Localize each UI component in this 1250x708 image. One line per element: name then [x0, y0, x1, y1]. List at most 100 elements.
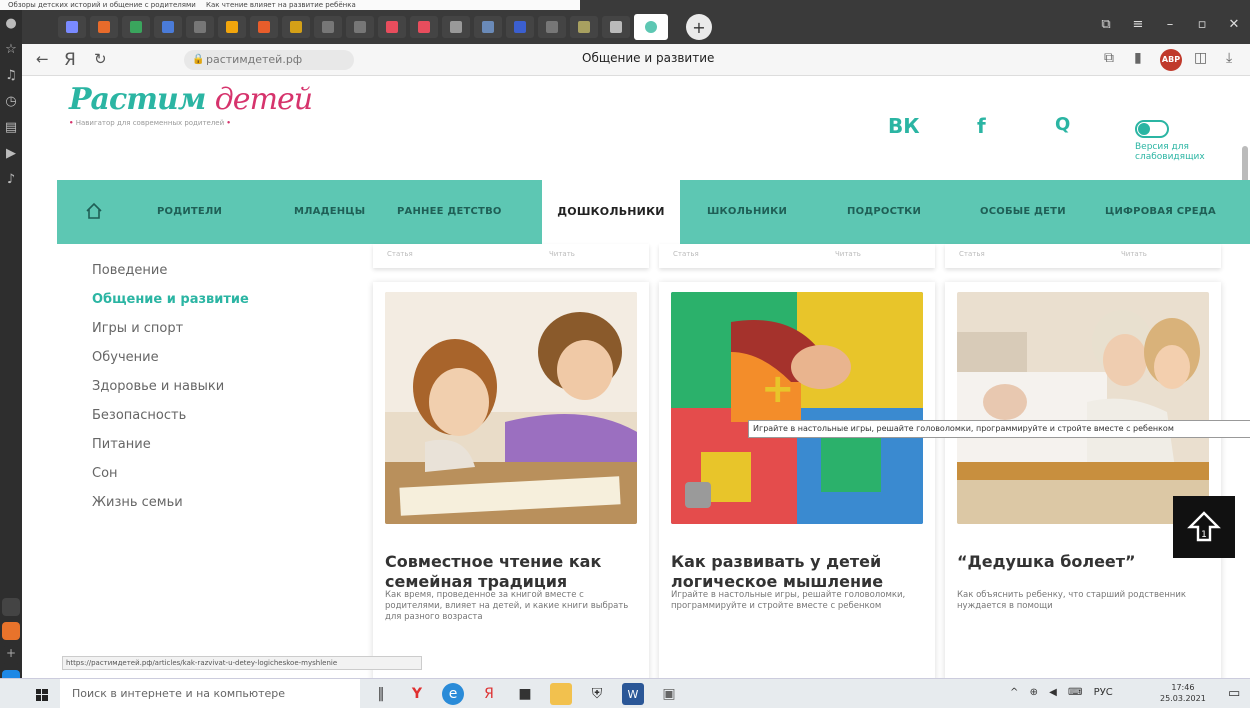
notifications-icon[interactable]: ♫ [0, 62, 22, 88]
reload-icon[interactable]: ↻ [94, 50, 107, 68]
article-image-grandfather[interactable] [957, 292, 1209, 524]
volume-icon[interactable]: ◀ [1049, 687, 1057, 698]
article-title[interactable]: Совместное чтение как семейная традиция [385, 552, 637, 592]
tab[interactable] [58, 16, 86, 38]
language-indicator[interactable]: РУС [1094, 687, 1113, 698]
home-icon[interactable] [85, 202, 103, 220]
tab[interactable] [538, 16, 566, 38]
minimize-button[interactable]: – [1154, 12, 1186, 36]
menu-item-health[interactable]: Здоровье и навыки [92, 372, 249, 401]
bookmarks-icon[interactable]: ☆ [0, 36, 22, 62]
menu-item-education[interactable]: Обучение [92, 343, 249, 372]
download-icon[interactable]: ⤓ [1226, 50, 1232, 66]
menu-icon[interactable]: ≡ [1122, 12, 1154, 36]
mail-app-icon[interactable] [2, 622, 20, 640]
card-meta-link[interactable]: Читать [835, 250, 861, 258]
store-icon[interactable]: ■ [514, 683, 536, 705]
profile-icon[interactable]: ● [0, 10, 22, 36]
tab[interactable] [186, 16, 214, 38]
network-icon[interactable]: ⊕ [1030, 687, 1038, 698]
taskbar-clock[interactable]: 17:46 25.03.2021 [1160, 682, 1206, 704]
vision-toggle[interactable] [1135, 120, 1169, 138]
url-field[interactable]: 🔒 растимдетей.рф [184, 50, 354, 70]
tab[interactable] [442, 16, 470, 38]
vk-icon[interactable]: ВК [888, 114, 920, 138]
tab[interactable] [570, 16, 598, 38]
taskbar-search-input[interactable]: Поиск в интернете и на компьютере [60, 679, 360, 708]
nav-item-infants[interactable]: МЛАДЕНЦЫ [294, 180, 365, 244]
shield-icon[interactable]: ⛨ [586, 683, 608, 705]
tab[interactable] [218, 16, 246, 38]
card-meta-link[interactable]: Читать [1121, 250, 1147, 258]
nav-item-parents[interactable]: РОДИТЕЛИ [157, 180, 222, 244]
menu-item-sleep[interactable]: Сон [92, 459, 249, 488]
tab[interactable] [410, 16, 438, 38]
bookmark-icon[interactable]: ▮ [1134, 50, 1142, 66]
keyboard-icon[interactable]: ⌨ [1068, 687, 1082, 698]
new-tab-button[interactable]: + [686, 14, 712, 40]
nav-item-schoolchildren[interactable]: ШКОЛЬНИКИ [707, 180, 787, 244]
edge-icon[interactable]: e [442, 683, 464, 705]
menu-item-behavior[interactable]: Поведение [92, 256, 249, 285]
play-icon[interactable]: ▶ [0, 140, 22, 166]
tab[interactable] [282, 16, 310, 38]
tab[interactable] [154, 16, 182, 38]
add-app-icon[interactable]: + [2, 646, 20, 664]
yandex-app-icon[interactable]: Я [478, 683, 500, 705]
chevron-up-icon[interactable]: ^ [1010, 687, 1018, 698]
windows-start-icon[interactable] [36, 689, 48, 701]
tab[interactable] [602, 16, 630, 38]
tab[interactable] [506, 16, 534, 38]
tab[interactable] [378, 16, 406, 38]
menu-item-safety[interactable]: Безопасность [92, 401, 249, 430]
card-meta-link[interactable]: Читать [549, 250, 575, 258]
menu-item-communication[interactable]: Общение и развитие [92, 285, 249, 314]
site-logo[interactable]: Растим детей • Навигатор для современных… [69, 82, 313, 127]
word-icon[interactable]: W [622, 683, 644, 705]
yandex-logo-icon[interactable]: Я [64, 50, 76, 70]
article-card[interactable]: + Как развивать у детей логическое мышле… [659, 282, 935, 678]
article-title[interactable]: “Дедушка болеет” [957, 552, 1209, 572]
menu-item-games-sport[interactable]: Игры и спорт [92, 314, 249, 343]
facebook-icon[interactable]: f [977, 114, 986, 138]
menu-item-nutrition[interactable]: Питание [92, 430, 249, 459]
nav-item-teenagers[interactable]: ПОДРОСТКИ [847, 180, 921, 244]
vision-toggle-label[interactable]: Версия для слабовидящих [1135, 142, 1205, 162]
arrow-left-icon[interactable]: ← [36, 50, 49, 68]
peek-window: Обзоры детских историй и общение с родит… [0, 0, 580, 10]
tab[interactable] [474, 16, 502, 38]
article-card[interactable]: “Дедушка болеет” Как объяснить ребенку, … [945, 282, 1221, 678]
search-icon[interactable]: Q [1055, 114, 1070, 135]
collections-icon[interactable]: ◫ [1194, 50, 1207, 66]
task-view-icon[interactable]: ‖ [370, 683, 392, 705]
yandex-browser-icon[interactable]: Y [406, 683, 428, 705]
tab[interactable] [122, 16, 150, 38]
file-explorer-icon[interactable] [550, 683, 572, 705]
translate-icon[interactable]: ⧉ [1104, 50, 1114, 66]
tab[interactable] [314, 16, 342, 38]
image-viewer-icon[interactable]: ▣ [658, 683, 680, 705]
extension-icon[interactable]: ABP [1160, 49, 1182, 71]
close-button[interactable]: ✕ [1218, 12, 1250, 36]
maximize-button[interactable]: ▫ [1186, 12, 1218, 36]
tab[interactable] [250, 16, 278, 38]
article-card[interactable]: Совместное чтение как семейная традиция … [373, 282, 649, 678]
article-title[interactable]: Как развивать у детей логическое мышлени… [671, 552, 923, 592]
nav-item-early-childhood[interactable]: РАННЕЕ ДЕТСТВО [397, 180, 502, 244]
article-image-puzzle[interactable]: + [671, 292, 923, 524]
tab-active[interactable] [634, 14, 668, 40]
downloads-icon[interactable]: ▤ [0, 114, 22, 140]
notifications-icon[interactable]: ▭ [1228, 686, 1240, 701]
tab[interactable] [346, 16, 374, 38]
history-icon[interactable]: ◷ [0, 88, 22, 114]
nav-item-special-children[interactable]: ОСОБЫЕ ДЕТИ [980, 180, 1066, 244]
nav-item-digital-environment[interactable]: ЦИФРОВАЯ СРЕДА [1105, 180, 1216, 244]
nav-item-preschoolers[interactable]: ДОШКОЛЬНИКИ [542, 180, 680, 244]
menu-item-family-life[interactable]: Жизнь семьи [92, 488, 249, 517]
tab[interactable] [90, 16, 118, 38]
music-icon[interactable]: ♪ [0, 166, 22, 192]
app-icon[interactable] [2, 598, 20, 616]
scroll-to-top-button[interactable]: 1 [1173, 496, 1235, 558]
article-image-reading[interactable] [385, 292, 637, 524]
collections-icon[interactable]: ⧉ [1090, 12, 1122, 36]
